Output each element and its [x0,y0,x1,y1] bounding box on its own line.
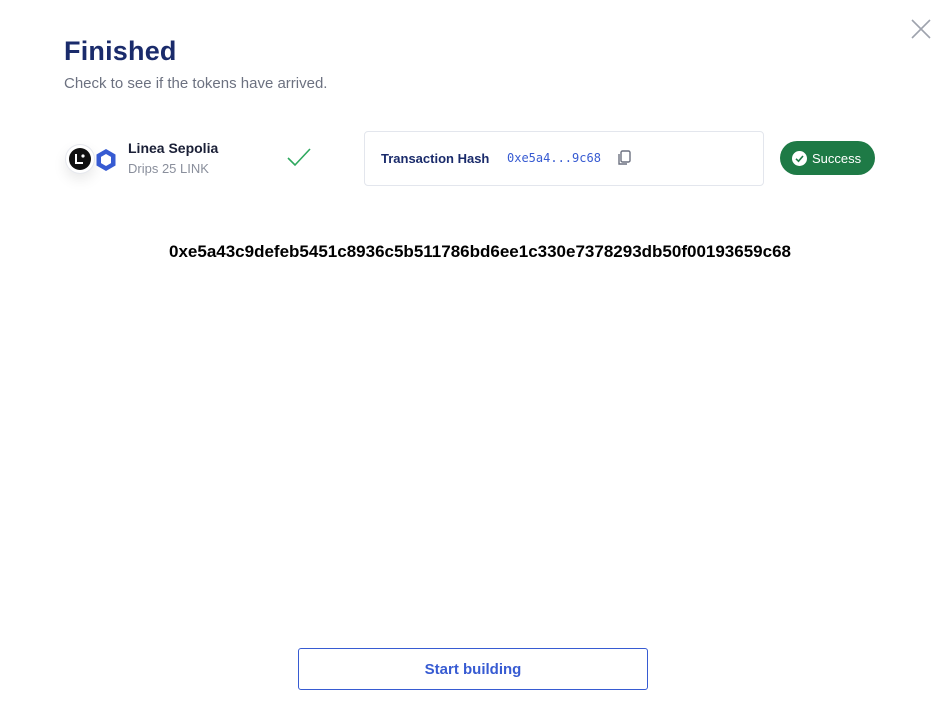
linea-logo-icon [66,145,94,173]
status-badge: Success [780,141,875,175]
close-icon [911,19,931,39]
network-info: Linea Sepolia Drips 25 LINK [64,138,304,182]
check-circle-icon [792,150,807,166]
status-label: Success [812,150,862,166]
transaction-hash-link[interactable]: 0xe5a4...9c68 [507,151,601,165]
network-icons [64,142,124,176]
transaction-hash-label: Transaction Hash [381,151,490,166]
network-drips: Drips 25 LINK [128,161,209,176]
check-icon [287,148,311,167]
chainlink-logo-icon [96,149,116,171]
start-building-button[interactable]: Start building [298,648,648,690]
copy-icon[interactable] [617,150,631,166]
dialog-subtitle: Check to see if the tokens have arrived. [64,75,328,92]
network-name: Linea Sepolia [128,140,219,156]
dialog-title: Finished [64,36,177,66]
close-button[interactable] [906,14,936,44]
full-transaction-hash: 0xe5a43c9defeb5451c8936c5b511786bd6ee1c3… [169,242,791,261]
transaction-hash-box: Transaction Hash 0xe5a4...9c68 [364,131,764,186]
